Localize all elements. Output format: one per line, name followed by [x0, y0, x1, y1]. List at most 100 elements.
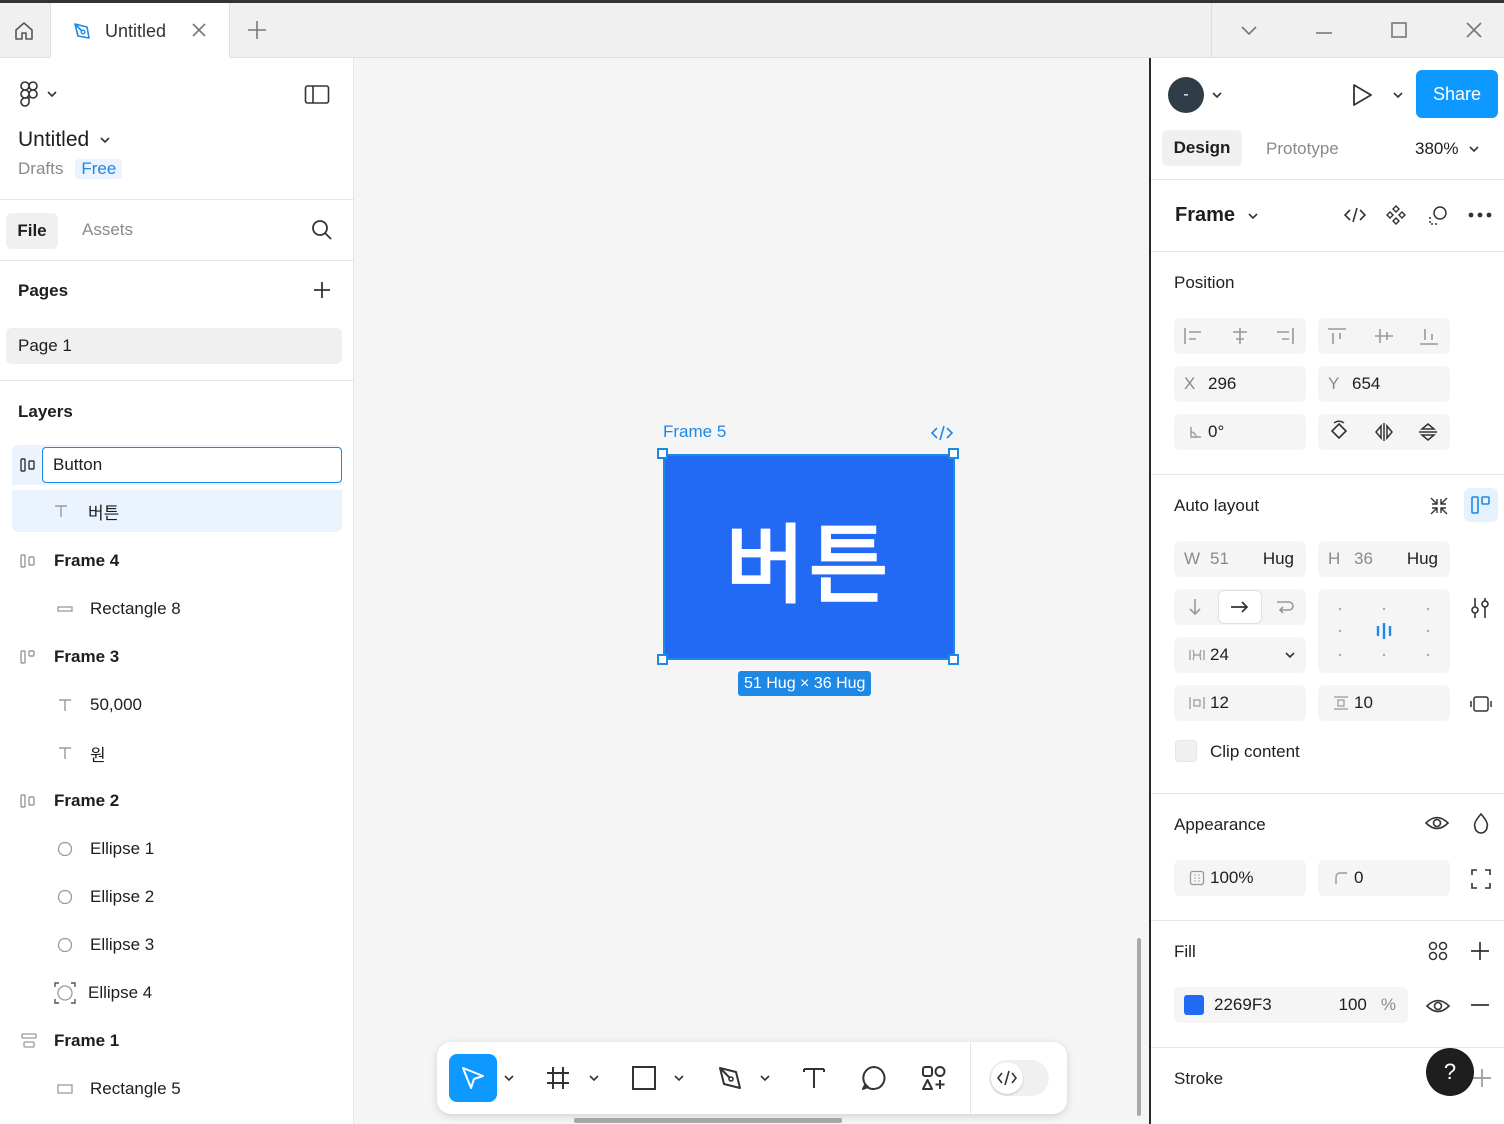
layer-row-ellipse-4[interactable]: Ellipse 4 [12, 973, 342, 1013]
layer-row-rectangle-8[interactable]: Rectangle 8 [12, 589, 342, 629]
chevron-down-icon[interactable] [759, 1072, 771, 1084]
flip-horizontal-icon[interactable] [1373, 420, 1395, 444]
layer-row-button[interactable]: Button [12, 445, 342, 485]
h-mode[interactable]: Hug [1407, 549, 1438, 569]
layer-rename-input[interactable]: Button [42, 447, 342, 483]
maximize-icon[interactable] [1388, 17, 1410, 43]
independent-corners-icon[interactable] [1470, 868, 1492, 890]
text-tool[interactable] [797, 1054, 831, 1102]
mask-icon[interactable] [1427, 204, 1449, 226]
resize-handle[interactable] [948, 448, 959, 459]
more-options-icon[interactable] [1467, 210, 1493, 220]
close-window-icon[interactable] [1463, 17, 1485, 43]
comment-tool[interactable] [857, 1054, 891, 1102]
search-icon[interactable] [311, 219, 333, 241]
y-position-field[interactable]: Y 654 [1318, 366, 1450, 402]
dev-mode-toggle[interactable] [989, 1060, 1049, 1096]
chevron-down-icon[interactable] [1211, 89, 1223, 101]
frame-tool[interactable] [541, 1054, 575, 1102]
resize-handle[interactable] [948, 654, 959, 665]
eye-icon[interactable] [1425, 814, 1449, 832]
width-field[interactable]: W 51 Hug [1174, 541, 1306, 577]
tab-assets[interactable]: Assets [82, 220, 133, 240]
rotation-field[interactable]: 0° [1174, 414, 1306, 450]
arrow-down-icon[interactable] [1184, 597, 1206, 617]
eye-icon[interactable] [1426, 997, 1450, 1015]
wrap-icon[interactable] [1274, 597, 1296, 617]
collapse-icon[interactable] [1428, 495, 1450, 517]
frame-label[interactable]: Frame 5 [663, 422, 726, 442]
layer-row-text-won[interactable]: 원 [12, 733, 342, 773]
minimize-icon[interactable] [1313, 17, 1335, 43]
fill-hex[interactable]: 2269F3 [1214, 995, 1272, 1015]
chevron-down-icon[interactable] [1238, 17, 1260, 43]
add-stroke-icon[interactable] [1472, 1068, 1492, 1088]
layer-row-rectangle-5[interactable]: Rectangle 5 [12, 1069, 342, 1109]
chevron-down-icon[interactable] [673, 1072, 685, 1084]
chevron-down-icon[interactable] [588, 1072, 600, 1084]
plan-badge[interactable]: Free [75, 159, 123, 179]
selected-frame[interactable]: 버튼 [663, 454, 955, 660]
height-field[interactable]: H 36 Hug [1318, 541, 1450, 577]
play-icon[interactable] [1350, 82, 1374, 108]
align-bottom-icon[interactable] [1418, 326, 1440, 346]
align-middle-icon[interactable] [1373, 326, 1395, 346]
help-button[interactable]: ? [1426, 1048, 1474, 1096]
spacing-settings-icon[interactable] [1469, 596, 1491, 620]
code-icon[interactable] [930, 424, 954, 442]
pen-tool[interactable] [713, 1054, 747, 1102]
tab-file[interactable]: File [6, 213, 58, 249]
resources-tool[interactable] [917, 1054, 951, 1102]
rotate-90-icon[interactable] [1328, 420, 1350, 444]
chevron-down-icon[interactable] [1392, 89, 1404, 101]
layer-row-ellipse-1[interactable]: Ellipse 1 [12, 829, 342, 869]
alignment-grid[interactable] [1318, 589, 1450, 673]
code-icon[interactable] [1343, 206, 1367, 224]
align-left-icon[interactable] [1182, 326, 1204, 346]
layer-row-text[interactable]: 버튼 [12, 490, 342, 532]
flip-vertical-icon[interactable] [1417, 420, 1439, 444]
fill-color-field[interactable]: 2269F3 100 % [1174, 987, 1408, 1023]
align-right-icon[interactable] [1274, 326, 1296, 346]
new-tab-icon[interactable] [244, 17, 270, 43]
page-item-page-1[interactable]: Page 1 [6, 328, 342, 364]
selection-type-dropdown[interactable]: Frame [1175, 204, 1259, 227]
tab-prototype[interactable]: Prototype [1266, 139, 1339, 159]
vertical-padding-field[interactable]: 10 [1318, 685, 1450, 721]
w-mode[interactable]: Hug [1263, 549, 1294, 569]
styles-icon[interactable] [1427, 940, 1449, 962]
file-name-button[interactable]: Untitled [18, 128, 111, 152]
close-tab-icon[interactable] [189, 20, 209, 40]
toggle-sidebar-icon[interactable] [304, 84, 330, 106]
vertical-scrollbar[interactable] [1137, 938, 1141, 1116]
layer-row-frame-2[interactable]: Frame 2 [12, 781, 342, 821]
layer-row-text-50000[interactable]: 50,000 [12, 685, 342, 725]
add-fill-icon[interactable] [1469, 940, 1491, 962]
add-page-icon[interactable] [311, 279, 333, 301]
individual-padding-icon[interactable] [1470, 693, 1492, 715]
shape-tool[interactable] [627, 1054, 661, 1102]
layer-row-frame-3[interactable]: Frame 3 [12, 637, 342, 677]
horizontal-scrollbar[interactable] [574, 1118, 842, 1123]
direction-horizontal-button[interactable] [1219, 591, 1261, 623]
gap-field[interactable]: 24 [1174, 637, 1306, 673]
layer-row-ellipse-2[interactable]: Ellipse 2 [12, 877, 342, 917]
share-button[interactable]: Share [1416, 70, 1498, 118]
x-position-field[interactable]: X 296 [1174, 366, 1306, 402]
remove-fill-icon[interactable] [1469, 994, 1491, 1016]
autolayout-settings-button[interactable] [1464, 488, 1498, 522]
layer-row-frame-4[interactable]: Frame 4 [12, 541, 342, 581]
clip-content-checkbox[interactable] [1175, 740, 1197, 762]
resize-handle[interactable] [657, 448, 668, 459]
fill-opacity[interactable]: 100 [1339, 995, 1367, 1015]
chevron-down-icon[interactable] [1284, 649, 1296, 661]
component-icon[interactable] [1385, 204, 1407, 226]
zoom-dropdown[interactable]: 380% [1415, 139, 1480, 159]
resize-handle[interactable] [657, 654, 668, 665]
corner-radius-field[interactable]: 0 [1318, 860, 1450, 896]
align-top-icon[interactable] [1326, 326, 1348, 346]
color-swatch[interactable] [1184, 995, 1204, 1015]
tab-untitled[interactable]: Untitled [50, 3, 230, 59]
move-tool[interactable] [449, 1054, 497, 1102]
main-menu-button[interactable] [18, 80, 58, 108]
